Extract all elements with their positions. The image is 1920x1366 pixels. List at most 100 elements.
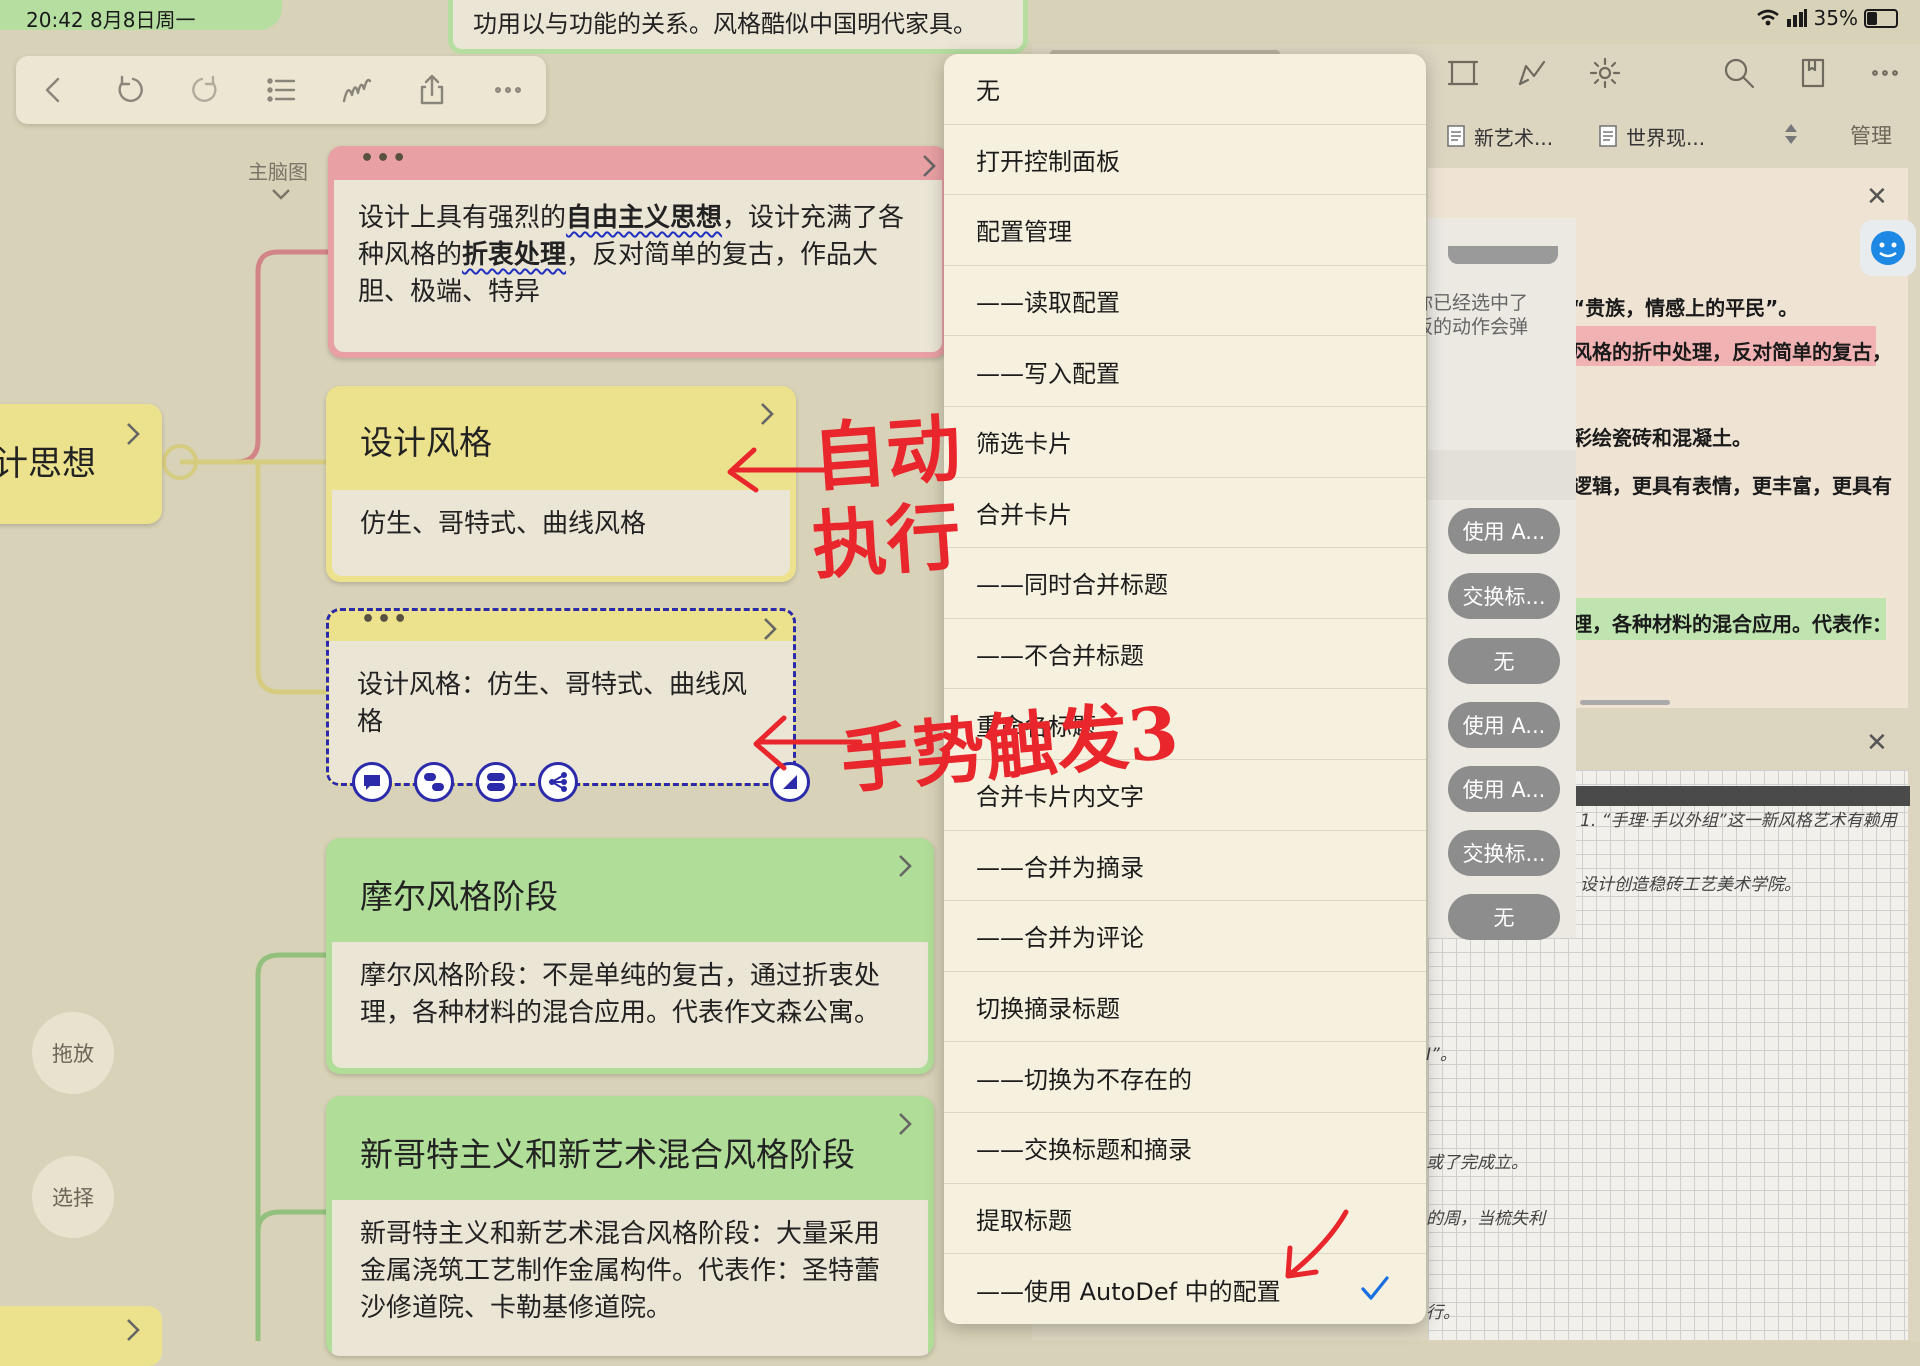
card-green-neogothic-body: 新哥特主义和新艺术混合风格阶段：大量采用金属浇筑工艺制作金属构件。代表作：圣特蕾… (332, 1200, 928, 1356)
menu-item-read-config[interactable]: ——读取配置 (944, 266, 1426, 337)
handwriting-line-6: 行。 (1426, 1303, 1460, 1323)
pill-use-a-3[interactable]: 使用 A... (1448, 766, 1560, 812)
chevron-right-icon[interactable] (124, 420, 142, 448)
menu-item-label: ——同时合并标题 (976, 571, 1168, 600)
scribble-icon (342, 78, 371, 103)
bookmark-icon (1801, 58, 1825, 88)
menu-item-merge-without-titles[interactable]: ——不合并标题 (944, 619, 1426, 690)
menu-item-write-config[interactable]: ——写入配置 (944, 336, 1426, 407)
card-pink-body: 设计上具有强烈的自由主义思想，设计充满了各种风格的折衷处理，反对简单的复古，作品… (334, 180, 942, 352)
top-card-partial[interactable]: 功用以与功能的关系。风格酷似中国明代家具。 (448, 0, 1028, 54)
pill-swap-1[interactable]: 交换标... (1448, 573, 1560, 619)
pill-swap-2[interactable]: 交换标... (1448, 830, 1560, 876)
drag-drop-button[interactable]: 拖放 (32, 1012, 114, 1094)
chevron-right-icon[interactable] (758, 400, 776, 428)
partial-node-bottom[interactable] (0, 1306, 162, 1366)
scroll-indicator[interactable] (1580, 700, 1670, 705)
menu-item-label: ——交换标题和摘录 (976, 1136, 1192, 1165)
pill-use-a-2[interactable]: 使用 A... (1448, 702, 1560, 748)
annotation-execute: 执行 (809, 493, 964, 591)
menu-item-merge-with-titles[interactable]: ——同时合并标题 (944, 548, 1426, 619)
menu-item-filter-cards[interactable]: 筛选卡片 (944, 407, 1426, 478)
document-icon (1599, 125, 1617, 147)
panel-separator (1428, 450, 1576, 500)
menu-item-toggle-nonexistent[interactable]: ——切换为不存在的 (944, 1042, 1426, 1113)
wifi-icon (1756, 9, 1779, 26)
mindmap-action-button[interactable] (538, 762, 578, 802)
pill-none-1[interactable]: 无 (1448, 638, 1560, 684)
settings-button[interactable] (1588, 56, 1622, 90)
branch-icon (549, 772, 567, 792)
panel-text-1: 你已经选中了 (1414, 292, 1529, 314)
chevron-right-icon[interactable] (896, 1110, 914, 1138)
handwriting-line-2: 设计创造稳砖工艺美术学院。 (1580, 875, 1801, 895)
card-green-moorish-title: 摩尔风格阶段 (360, 877, 558, 916)
chevron-right-icon[interactable] (124, 1316, 142, 1344)
menu-item-label: 提取标题 (976, 1206, 1072, 1235)
draw-button[interactable] (1516, 56, 1550, 90)
link-action-button[interactable] (414, 762, 454, 802)
card-green-moorish-text: 摩尔风格阶段：不是单纯的复古，通过折衷处理，各种材料的混合应用。代表作文森公寓。 (360, 961, 881, 1028)
chevron-right-icon[interactable] (761, 615, 779, 643)
search-icon (1724, 58, 1755, 89)
panel-text-2: 板的动作会弹 (1414, 316, 1529, 338)
doc-line-5: 理，各种材料的混合应用。代表作： (1572, 612, 1892, 636)
menu-item-swap-title-excerpt[interactable]: ——交换标题和摘录 (944, 1113, 1426, 1184)
sort-icon[interactable] (1782, 122, 1800, 146)
share-button[interactable] (395, 56, 471, 124)
menu-item-label: ——读取配置 (976, 289, 1120, 318)
text-segment: 设计上具有强烈的 (358, 203, 567, 233)
doc-tab-1[interactable]: 新艺术... (1446, 118, 1553, 154)
draw-icon (1518, 60, 1546, 86)
document-icon (1447, 125, 1465, 147)
pill-none-2[interactable]: 无 (1448, 894, 1560, 940)
chevron-right-icon[interactable] (896, 852, 914, 880)
signal-icon (1786, 9, 1807, 27)
top-card-text: 功用以与功能的关系。风格酷似中国明代家具。 (473, 10, 977, 38)
pill-use-a-1[interactable]: 使用 A... (1448, 508, 1560, 554)
menu-item-merge-as-excerpt[interactable]: ——合并为摘录 (944, 831, 1426, 902)
menu-item-merge-cards[interactable]: 合并卡片 (944, 478, 1426, 549)
more-button[interactable] (470, 56, 546, 124)
menu-item-label: ——合并为摘录 (976, 853, 1144, 882)
handwriting-line-3: I”。 (1426, 1045, 1457, 1065)
handwriting-line-4: 或了完成立。 (1426, 1153, 1528, 1173)
menu-item-none[interactable]: 无 (944, 54, 1426, 125)
crop-button[interactable] (1446, 56, 1480, 90)
more-dots-icon[interactable]: ••• (360, 146, 408, 171)
merge-action-button[interactable] (476, 762, 516, 802)
select-button[interactable]: 选择 (32, 1156, 114, 1238)
more-dots-icon[interactable]: ••• (361, 607, 409, 632)
doc-tab-2[interactable]: 世界现... (1598, 118, 1705, 154)
card-green-moorish-body: 摩尔风格阶段：不是单纯的复古，通过折衷处理，各种材料的混合应用。代表作文森公寓。 (332, 942, 928, 1068)
link-cards-icon (424, 773, 444, 791)
chevron-right-icon[interactable] (920, 152, 938, 180)
menu-item-label: ——写入配置 (976, 359, 1120, 388)
card-green-neogothic[interactable]: 新哥特主义和新艺术混合风格阶段 新哥特主义和新艺术混合风格阶段：大量采用金属浇筑… (326, 1096, 934, 1356)
battery-percent: 35% (1813, 6, 1858, 30)
search-button[interactable] (1722, 56, 1756, 90)
menu-item-merge-as-comment[interactable]: ——合并为评论 (944, 901, 1426, 972)
bookmark-button[interactable] (1796, 56, 1830, 90)
close-page-1-icon[interactable]: ✕ (1866, 182, 1888, 212)
card-green-neogothic-title: 新哥特主义和新艺术混合风格阶段 (360, 1135, 855, 1174)
menu-item-config-manage[interactable]: 配置管理 (944, 195, 1426, 266)
menu-item-label: 配置管理 (976, 218, 1072, 247)
manage-button[interactable]: 管理 (1850, 120, 1892, 150)
doc-line-4: 逻辑，更具有表情，更丰富，更具有 (1572, 474, 1892, 498)
close-page-2-icon[interactable]: ✕ (1866, 728, 1888, 758)
card-pink[interactable]: ••• 设计上具有强烈的自由主义思想，设计充满了各种风格的折衷处理，反对简单的复… (328, 146, 948, 358)
comment-action-button[interactable] (352, 762, 392, 802)
menu-item-toggle-excerpt-title[interactable]: 切换摘录标题 (944, 972, 1426, 1043)
card-green-moorish[interactable]: 摩尔风格阶段 摩尔风格阶段：不是单纯的复古，通过折衷处理，各种材料的混合应用。代… (326, 838, 934, 1074)
doc-more-button[interactable] (1868, 56, 1902, 90)
assistant-icon[interactable] (1860, 220, 1916, 276)
checkmark-icon (1361, 1276, 1389, 1300)
doc-line-1: “贵族，情感上的平民”。 (1572, 296, 1799, 320)
card-selected[interactable]: ••• 设计风格：仿生、哥特式、曲线风格 (326, 607, 796, 786)
menu-item-open-control-panel[interactable]: 打开控制面板 (944, 125, 1426, 196)
battery-icon (1864, 8, 1898, 28)
menu-item-label: ——合并为评论 (976, 924, 1144, 953)
root-node[interactable]: 计思想 (0, 404, 162, 524)
status-bar-right: 35% (1756, 6, 1898, 30)
